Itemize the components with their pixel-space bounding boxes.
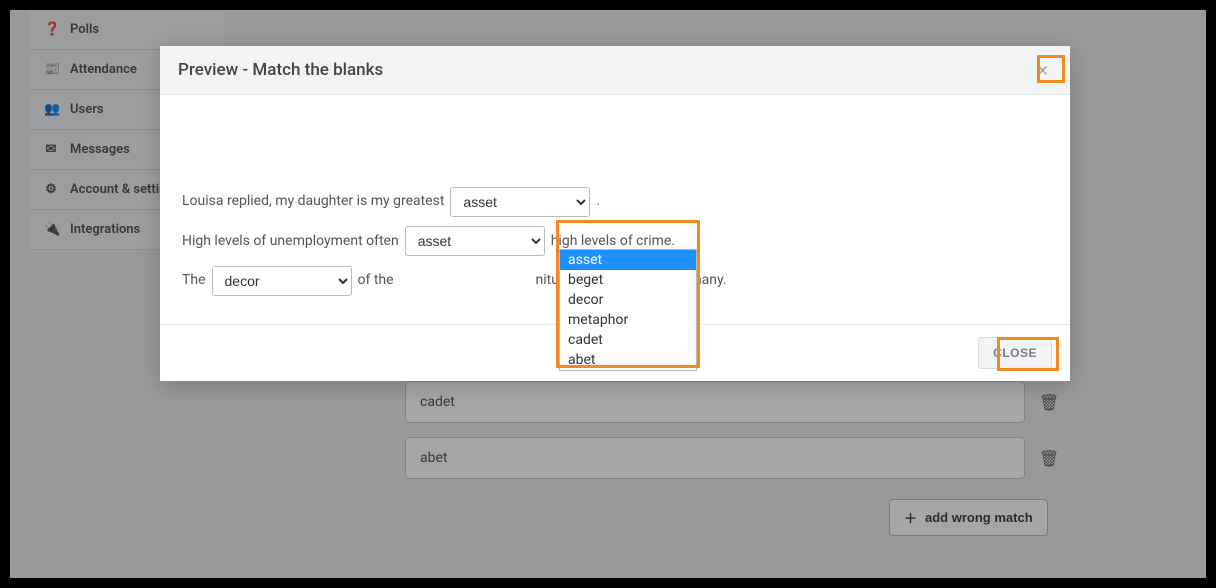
dropdown-option[interactable]: abet	[560, 350, 696, 370]
dropdown-options-panel[interactable]: asset beget decor metaphor cadet abet	[559, 249, 697, 371]
close-icon[interactable]: ×	[1033, 60, 1052, 80]
dropdown-option[interactable]: beget	[560, 270, 696, 290]
modal-header: Preview - Match the blanks ×	[160, 46, 1070, 95]
modal-title: Preview - Match the blanks	[178, 60, 383, 80]
text: High levels of unemployment often	[182, 225, 399, 259]
dropdown-option[interactable]: asset	[560, 250, 696, 270]
blank-select-3[interactable]: decor	[212, 266, 352, 296]
dropdown-option[interactable]: cadet	[560, 330, 696, 350]
text: The	[182, 264, 206, 298]
blank-select-2[interactable]: asset	[405, 226, 545, 256]
sentence-1: Louisa replied, my daughter is my greate…	[182, 185, 1048, 219]
text: Louisa replied, my daughter is my greate…	[182, 185, 444, 219]
dropdown-option[interactable]: decor	[560, 290, 696, 310]
close-button[interactable]: CLOSE	[978, 337, 1052, 369]
dropdown-option[interactable]: metaphor	[560, 310, 696, 330]
blank-select-1[interactable]: asset	[450, 187, 590, 217]
text: .	[596, 185, 600, 219]
text: of the	[358, 264, 394, 298]
